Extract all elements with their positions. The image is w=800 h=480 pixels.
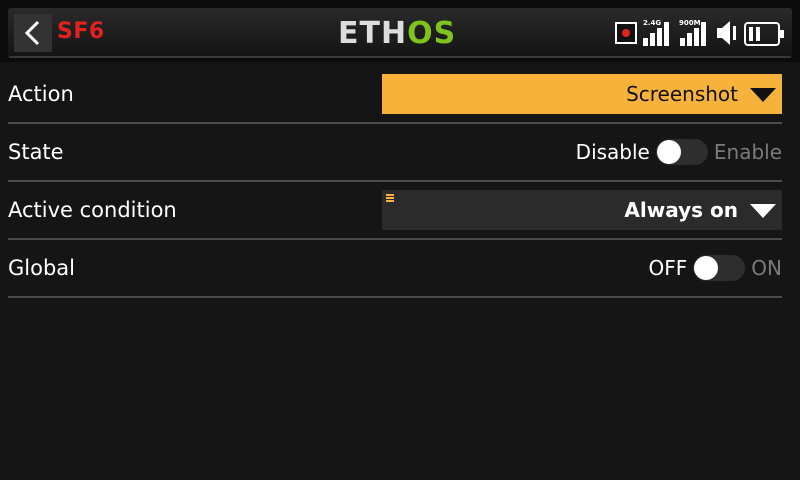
active-condition-label: Active condition <box>8 198 177 222</box>
page-title: SF6 <box>57 19 105 44</box>
signal-2.4g-icon <box>643 20 669 46</box>
state-toggle-group: Disable Enable <box>576 139 782 165</box>
state-enable-label: Enable <box>713 140 782 164</box>
action-value: Screenshot <box>626 82 738 106</box>
toggle-knob <box>656 140 681 164</box>
volume-muted-icon <box>717 21 736 45</box>
ethos-logo: ETHOS <box>338 16 457 51</box>
row-global: Global OFF ON <box>8 240 782 298</box>
record-icon <box>615 22 637 44</box>
active-condition-dropdown[interactable]: Always on <box>382 190 782 230</box>
menu-icon <box>386 194 394 203</box>
chevron-left-icon <box>24 20 40 46</box>
active-condition-value: Always on <box>624 198 738 222</box>
global-off-label: OFF <box>648 256 688 280</box>
row-action: Action Screenshot <box>8 66 782 124</box>
global-toggle-group: OFF ON <box>649 255 782 281</box>
battery-icon <box>744 22 784 46</box>
global-label: Global <box>8 256 75 280</box>
state-toggle[interactable] <box>655 139 708 165</box>
back-button[interactable] <box>14 14 52 52</box>
row-active-condition: Active condition Always on <box>8 182 782 240</box>
caret-down-icon <box>750 204 776 218</box>
caret-down-icon <box>750 88 776 102</box>
row-state: State Disable Enable <box>8 124 782 182</box>
toggle-knob <box>694 256 719 280</box>
action-dropdown[interactable]: Screenshot <box>382 74 782 114</box>
state-disable-label: Disable <box>575 140 650 164</box>
global-toggle[interactable] <box>693 255 746 281</box>
action-label: Action <box>8 82 74 106</box>
global-on-label: ON <box>751 256 782 280</box>
signal-900m-icon <box>680 20 706 46</box>
state-label: State <box>8 140 64 164</box>
